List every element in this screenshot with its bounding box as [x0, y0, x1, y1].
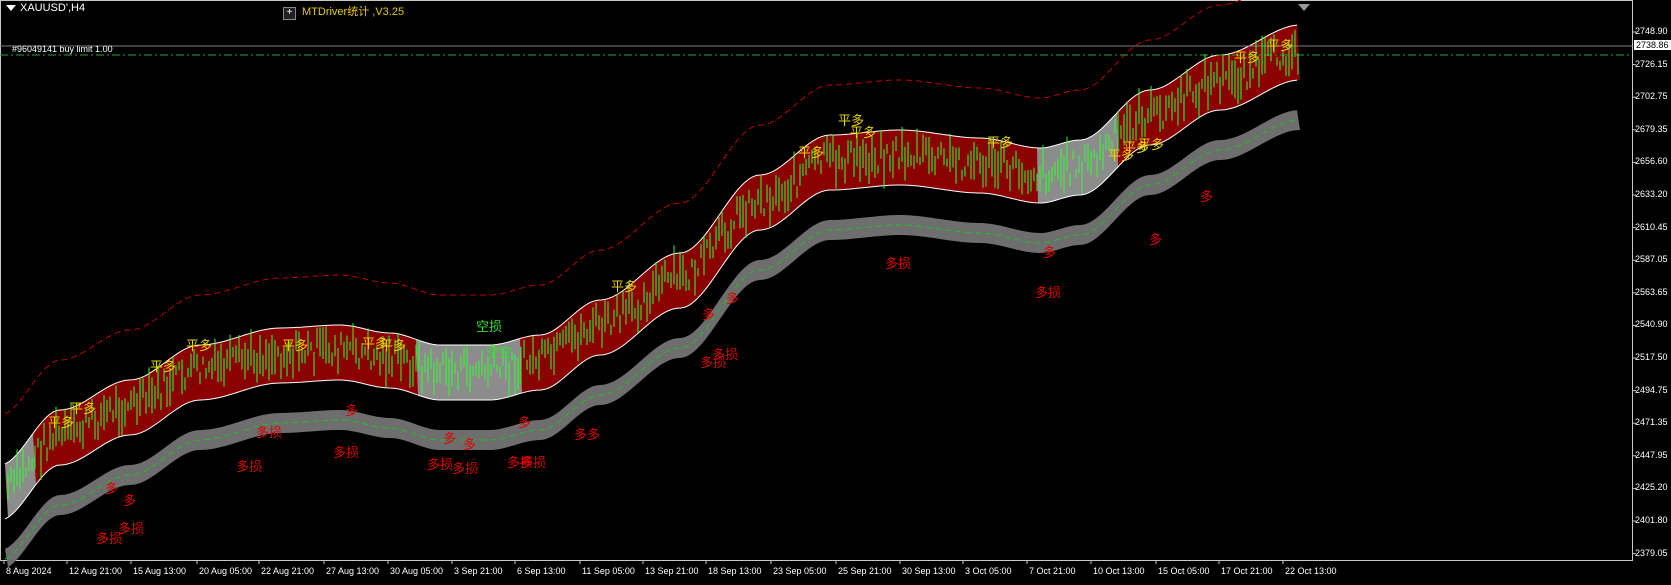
- time-tick-label: 10 Oct 13:00: [1093, 566, 1145, 576]
- time-tick-label: 30 Aug 05:00: [390, 566, 444, 576]
- signal-label-red: 多损: [885, 257, 912, 272]
- signal-label-red: 多: [518, 416, 532, 431]
- signal-label-red: 多损: [452, 462, 479, 477]
- time-tick-label: 25 Sep 21:00: [838, 566, 892, 576]
- time-tick-label: 22 Aug 21:00: [261, 566, 315, 576]
- plus-icon[interactable]: +: [283, 7, 296, 20]
- signal-label-red: 多损: [256, 426, 283, 441]
- time-tick-label: 11 Sep 05:00: [582, 566, 635, 576]
- plot-frame: [0, 0, 1633, 561]
- signal-label-red: 多: [726, 292, 740, 307]
- signal-label-red: 多损: [236, 460, 263, 475]
- time-tick-label: 20 Aug 05:00: [199, 566, 253, 576]
- time-tick-label: 8 Aug 2024: [6, 566, 52, 576]
- time-tick-label: 12 Aug 21:00: [69, 566, 123, 576]
- price-tick-label: 2471.35: [1635, 417, 1668, 428]
- price-tick-label: 2540.90: [1635, 319, 1668, 330]
- time-tick-label: 23 Sep 05:00: [773, 566, 827, 576]
- time-tick-label: 27 Aug 13:00: [326, 566, 380, 576]
- time-tick-label: 18 Sep 13:00: [708, 566, 762, 576]
- price-tick-label: 2447.95: [1635, 449, 1668, 460]
- signal-label-yellow: 平多: [70, 402, 97, 417]
- price-tick-label: 2425.20: [1635, 482, 1668, 493]
- price-tick-label: 2702.75: [1635, 91, 1668, 102]
- time-tick-label: 17 Oct 21:00: [1221, 566, 1273, 576]
- signal-label-red: 多: [443, 432, 457, 447]
- price-tick-label: 2656.60: [1635, 156, 1668, 167]
- expert-advisor-label[interactable]: + MTDriver统计 ,V3.25: [283, 3, 404, 20]
- chevron-down-icon[interactable]: [6, 5, 16, 12]
- price-chart[interactable]: [0, 0, 1671, 585]
- signal-label-red: 多: [702, 308, 716, 323]
- price-tick-label: 2494.75: [1635, 384, 1668, 395]
- price-tick-label: 2610.45: [1635, 221, 1668, 232]
- signal-label-red: 多: [1149, 233, 1163, 248]
- pending-order-label: #96049141 buy limit 1.00: [12, 44, 113, 54]
- signal-label-yellow: 平多: [380, 339, 407, 354]
- price-tick-label: 2748.90: [1635, 26, 1668, 36]
- chart-shift-marker-icon[interactable]: [1298, 4, 1310, 11]
- time-tick-label: 3 Oct 05:00: [965, 566, 1012, 576]
- time-tick-label: 15 Aug 13:00: [133, 566, 187, 576]
- signal-label-yellow: 平多: [1267, 39, 1294, 54]
- signal-label-red: 多损: [520, 456, 547, 471]
- signal-label-yellow: 平多: [186, 339, 213, 354]
- price-tick-label: 2679.35: [1635, 123, 1668, 134]
- time-tick-label: 22 Oct 13:00: [1285, 566, 1337, 576]
- expert-name: MTDriver统计 ,V3.25: [302, 6, 405, 18]
- signal-label-red: 多: [1200, 190, 1214, 205]
- signal-label-yellow: 平多: [798, 146, 825, 161]
- signal-label-yellow: 平多: [1138, 138, 1165, 153]
- signal-label-red: 多损: [1035, 286, 1062, 301]
- price-tick-label: 2587.05: [1635, 254, 1668, 265]
- signal-label-red: 多: [1043, 246, 1057, 261]
- time-tick-label: 3 Sep 21:00: [454, 566, 503, 576]
- signal-label-yellow: 平多: [150, 360, 177, 375]
- time-tick-label: 7 Oct 21:00: [1029, 566, 1076, 576]
- signal-label-red: 多: [463, 438, 477, 453]
- price-tick-label: 2563.65: [1635, 286, 1668, 297]
- signal-label-green: 空空: [486, 346, 513, 361]
- price-tick-label: 2517.50: [1635, 352, 1668, 362]
- signal-label-red: 多多: [574, 428, 601, 443]
- signal-label-red: 多损: [333, 446, 360, 461]
- price-tick-label: 2401.80: [1635, 515, 1668, 525]
- time-tick-label: 6 Sep 13:00: [517, 566, 566, 576]
- price-tick-label: 2726.15: [1635, 58, 1668, 69]
- signal-label-red: 多损: [712, 348, 739, 363]
- signal-label-yellow: 平多: [850, 126, 877, 141]
- time-tick-label: 30 Sep 13:00: [902, 566, 956, 576]
- symbol-label: XAUUSD',H4: [20, 2, 86, 14]
- signal-label-red: 多损: [427, 458, 454, 473]
- current-price-tag: 2738.86: [1634, 40, 1671, 50]
- price-tick-label: 2379.05: [1635, 547, 1668, 558]
- signal-label-yellow: 平多: [611, 280, 638, 295]
- price-tick-label: 2633.20: [1635, 189, 1668, 199]
- signal-label-red: 多: [345, 404, 359, 419]
- signal-label-yellow: 平多: [1234, 51, 1261, 66]
- signal-label-yellow: 平多: [282, 339, 309, 354]
- signal-label-red: 多损: [118, 522, 145, 537]
- time-tick-label: 13 Sep 21:00: [645, 566, 699, 576]
- signal-label-red: 多: [105, 482, 119, 497]
- signal-label-red: 多: [123, 494, 137, 509]
- time-tick-label: 15 Oct 05:00: [1158, 566, 1210, 576]
- signal-label-yellow: 平多: [987, 136, 1014, 151]
- chart-symbol-header[interactable]: XAUUSD',H4: [6, 2, 85, 14]
- signal-label-green: 空损: [476, 320, 503, 335]
